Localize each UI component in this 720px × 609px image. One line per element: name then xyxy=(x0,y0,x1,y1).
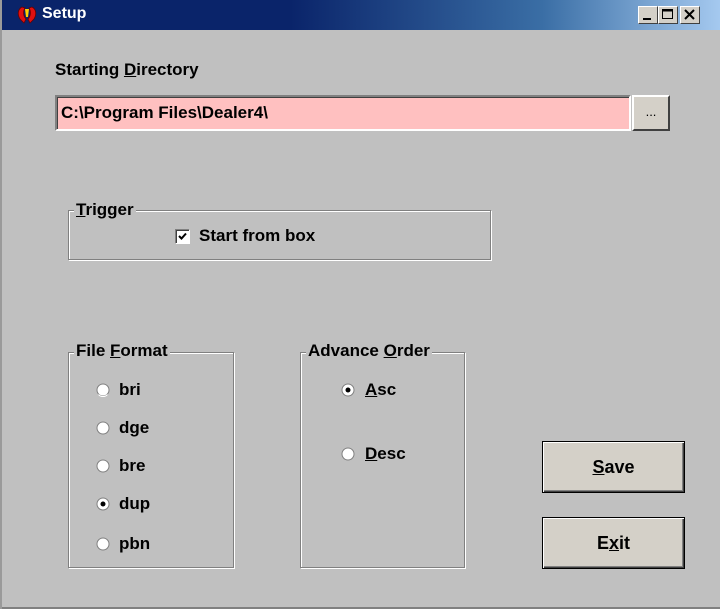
maximize-icon xyxy=(662,9,673,19)
radio-pbn[interactable] xyxy=(96,537,110,551)
save-mnemonic: S xyxy=(592,457,605,477)
radio-bre[interactable] xyxy=(96,459,110,473)
label-mnemonic: D xyxy=(123,60,137,79)
app-icon xyxy=(17,6,37,24)
radio-label-bre[interactable]: bre xyxy=(119,456,145,476)
radio-dge[interactable] xyxy=(96,421,110,435)
radio-dot-asc xyxy=(345,387,351,393)
checkmark-icon xyxy=(178,232,187,240)
radio-label-desc[interactable]: Desc xyxy=(365,444,406,464)
browse-button[interactable]: ... xyxy=(632,95,670,131)
trigger-legend: Trigger xyxy=(74,200,136,220)
desc-mnemonic: D xyxy=(365,444,378,463)
minimize-button[interactable] xyxy=(638,6,658,24)
save-button[interactable]: Save xyxy=(542,441,685,493)
exit-mnemonic: x xyxy=(609,533,620,553)
radio-dot-dup xyxy=(100,501,106,507)
maximize-button[interactable] xyxy=(658,6,678,24)
close-icon xyxy=(684,9,695,20)
file-format-legend-pre: File xyxy=(76,341,111,360)
radio-label-dup[interactable]: dup xyxy=(119,494,150,514)
starting-directory-label: Starting Directory xyxy=(55,60,199,80)
advance-order-legend-pre: Advance xyxy=(308,341,384,360)
radio-dup[interactable] xyxy=(96,497,110,511)
file-format-group: File Format xyxy=(68,341,234,568)
radio-label-bri[interactable]: bri xyxy=(119,380,141,400)
file-format-mnemonic: F xyxy=(110,341,121,360)
save-rest: ave xyxy=(604,457,635,477)
label-text-rest: irectory xyxy=(136,60,199,79)
file-format-legend-rest: ormat xyxy=(120,341,168,360)
title-bar[interactable]: Setup xyxy=(2,0,720,30)
desc-rest: esc xyxy=(377,444,406,463)
setup-window: Setup Starting Directory ... Trigger S xyxy=(0,0,720,609)
radio-label-asc[interactable]: Asc xyxy=(365,380,396,400)
label-text: Starting xyxy=(55,60,124,79)
radio-label-pbn[interactable]: pbn xyxy=(119,534,150,554)
radio-bri[interactable] xyxy=(96,383,110,397)
advance-order-mnemonic: O xyxy=(383,341,397,360)
radio-desc[interactable] xyxy=(341,447,355,461)
close-button[interactable] xyxy=(680,6,700,24)
exit-pre: E xyxy=(596,533,609,553)
start-from-box-checkbox[interactable] xyxy=(175,229,190,244)
minimize-icon xyxy=(643,18,651,20)
starting-directory-input[interactable] xyxy=(55,95,631,131)
radio-asc[interactable] xyxy=(341,383,355,397)
asc-mnemonic: A xyxy=(365,380,378,399)
exit-rest: it xyxy=(619,533,631,553)
trigger-legend-rest: rigger xyxy=(85,200,134,219)
advance-order-legend: Advance Order xyxy=(306,341,432,361)
window-title: Setup xyxy=(42,5,87,22)
asc-rest: sc xyxy=(377,380,397,399)
advance-order-legend-rest: rder xyxy=(396,341,430,360)
file-format-legend: File Format xyxy=(74,341,170,361)
start-from-box-label[interactable]: Start from box xyxy=(199,226,315,246)
radio-label-dge[interactable]: dge xyxy=(119,418,149,438)
exit-button[interactable]: Exit xyxy=(542,517,685,569)
